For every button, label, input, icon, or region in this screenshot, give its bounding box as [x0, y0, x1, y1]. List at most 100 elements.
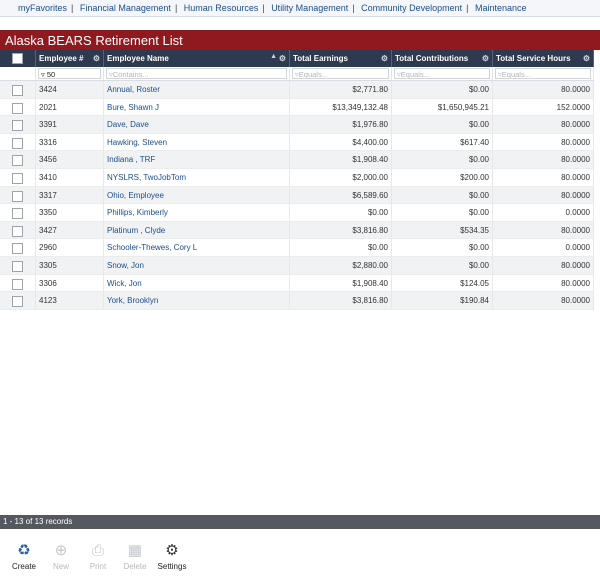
earnings-filter-input[interactable]: ▿Equals...	[292, 68, 389, 79]
row-select-cell	[0, 133, 36, 151]
column-label: Total Earnings	[293, 54, 348, 63]
employee-name-link[interactable]: Schooler-Thewes, Cory L	[104, 239, 290, 256]
row-checkbox[interactable]	[12, 137, 23, 149]
filter-cell: ▿Equals...	[392, 67, 493, 80]
table-row[interactable]: 3306 Wick, Jon $1,908.40 $124.05 80.0000	[0, 274, 594, 293]
retirement-grid: Employee # ⚙ Employee Name ▲ ⚙ Total Earnin…	[0, 50, 594, 310]
new-button[interactable]: ⊕ New	[43, 540, 79, 578]
nav-financial-management[interactable]: Financial Management	[80, 3, 171, 13]
employee-no-cell: 2021	[36, 98, 104, 116]
table-row[interactable]: 4123 York, Brooklyn $3,816.80 $190.84 80.000…	[0, 292, 594, 310]
employee-name-link[interactable]: Dave, Dave	[104, 116, 290, 133]
column-header-total-earnings[interactable]: Total Earnings ⚙	[290, 50, 392, 67]
total-earnings-cell: $3,816.80	[290, 292, 392, 309]
sort-ascending-icon[interactable]: ▲	[270, 53, 277, 60]
total-service-hours-cell: 80.0000	[493, 168, 594, 186]
nav-utility-management[interactable]: Utility Management	[271, 3, 348, 13]
employee-name-link[interactable]: Annual, Roster	[104, 81, 290, 98]
row-checkbox[interactable]	[12, 155, 23, 167]
table-row[interactable]: 3350 Phillips, Kimberly $0.00 $0.00 0.0000	[0, 204, 594, 222]
total-service-hours-cell: 80.0000	[493, 151, 594, 168]
table-row[interactable]: 3305 Snow, Jon $2,880.00 $0.00 80.0000	[0, 256, 594, 275]
total-contributions-cell: $0.00	[392, 186, 493, 204]
employee-name-link[interactable]: Indiana , TRF	[104, 151, 290, 168]
filter-placeholder: Equals...	[400, 70, 430, 79]
gear-icon: ⚙	[165, 542, 179, 559]
gear-icon[interactable]: ⚙	[279, 54, 286, 63]
employee-no-cell: 3410	[36, 168, 104, 186]
gear-icon[interactable]: ⚙	[381, 54, 388, 63]
nav-separator: |	[71, 3, 74, 13]
column-header-total-service-hours[interactable]: Total Service Hours ⚙	[493, 50, 594, 67]
hours-filter-input[interactable]: ▿Equals...	[495, 68, 591, 79]
create-label: Create	[11, 562, 36, 571]
column-header-employee-name[interactable]: Employee Name ▲ ⚙	[104, 50, 290, 67]
row-checkbox[interactable]	[12, 260, 23, 272]
row-checkbox[interactable]	[12, 102, 23, 114]
row-checkbox[interactable]	[12, 120, 23, 132]
print-button[interactable]: ⎙ Print	[80, 540, 116, 578]
total-contributions-cell: $1,650,945.21	[392, 98, 493, 116]
employee-name-link[interactable]: Ohio, Employee	[104, 186, 290, 204]
employee-name-link[interactable]: Platinum , Clyde	[104, 221, 290, 239]
row-checkbox[interactable]	[12, 190, 23, 202]
table-row[interactable]: 3424 Annual, Roster $2,771.80 $0.00 80.0000	[0, 81, 594, 99]
total-contributions-cell: $124.05	[392, 274, 493, 292]
select-all-cell	[0, 50, 36, 67]
table-row[interactable]: 2960 Schooler-Thewes, Cory L $0.00 $0.00 0.0…	[0, 239, 594, 257]
total-contributions-cell: $0.00	[392, 116, 493, 133]
employee-no-cell: 3306	[36, 274, 104, 292]
grid-header: Employee # ⚙ Employee Name ▲ ⚙ Total Earnin…	[0, 50, 594, 67]
employee-no-cell: 3424	[36, 81, 104, 98]
table-row[interactable]: 3317 Ohio, Employee $6,589.60 $0.00 80.0000	[0, 186, 594, 205]
total-service-hours-cell: 80.0000	[493, 186, 594, 204]
record-count: 1 - 13 of 13 records	[0, 515, 600, 529]
gear-icon[interactable]: ⚙	[93, 54, 100, 63]
delete-button[interactable]: ▦ Delete	[117, 540, 153, 578]
total-service-hours-cell: 80.0000	[493, 274, 594, 292]
total-earnings-cell: $2,000.00	[290, 168, 392, 186]
table-row[interactable]: 3427 Platinum , Clyde $3,816.80 $534.35 80.0…	[0, 221, 594, 240]
column-header-employee-no[interactable]: Employee # ⚙	[36, 50, 104, 67]
employee-no-cell: 4123	[36, 292, 104, 309]
employee-no-cell: 3427	[36, 221, 104, 239]
settings-button[interactable]: ⚙ Settings	[154, 540, 190, 578]
table-row[interactable]: 3316 Hawking, Steven $4,400.00 $617.40 80.00…	[0, 133, 594, 152]
employee-name-link[interactable]: Snow, Jon	[104, 256, 290, 274]
table-row[interactable]: 2021 Bure, Shawn J $13,349,132.48 $1,650,94…	[0, 98, 594, 117]
column-header-total-contributions[interactable]: Total Contributions ⚙	[392, 50, 493, 67]
employee-name-link[interactable]: Hawking, Steven	[104, 133, 290, 151]
row-checkbox[interactable]	[12, 225, 23, 237]
row-checkbox[interactable]	[12, 85, 23, 96]
nav-community-development[interactable]: Community Development	[361, 3, 462, 13]
table-row[interactable]: 3410 NYSLRS, TwoJobTom $2,000.00 $200.00 80.…	[0, 168, 594, 187]
table-row[interactable]: 3391 Dave, Dave $1,976.80 $0.00 80.0000	[0, 116, 594, 134]
nav-maintenance[interactable]: Maintenance	[475, 3, 527, 13]
gear-icon[interactable]: ⚙	[482, 54, 489, 63]
total-earnings-cell: $1,976.80	[290, 116, 392, 133]
employee-name-link[interactable]: NYSLRS, TwoJobTom	[104, 168, 290, 186]
row-checkbox[interactable]	[12, 208, 23, 220]
create-button[interactable]: ♻ Create	[6, 540, 42, 578]
nav-myfavorites[interactable]: myFavorites	[18, 3, 67, 13]
table-row[interactable]: 3456 Indiana , TRF $1,908.40 $0.00 80.0000	[0, 151, 594, 169]
plus-circle-icon: ⊕	[54, 542, 68, 559]
employee-name-link[interactable]: York, Brooklyn	[104, 292, 290, 309]
row-checkbox[interactable]	[12, 243, 23, 255]
row-checkbox[interactable]	[12, 172, 23, 184]
gear-icon[interactable]: ⚙	[583, 54, 590, 63]
row-checkbox[interactable]	[12, 278, 23, 290]
row-checkbox[interactable]	[12, 296, 23, 308]
employee-name-link[interactable]: Bure, Shawn J	[104, 98, 290, 116]
select-all-checkbox[interactable]	[12, 53, 23, 64]
filter-placeholder: Equals...	[298, 70, 328, 79]
contributions-filter-input[interactable]: ▿Equals...	[394, 68, 490, 79]
employee-no-filter-input[interactable]: ▿ 50	[38, 68, 101, 79]
employee-name-filter-input[interactable]: ▿Contains...	[106, 68, 287, 79]
employee-name-link[interactable]: Phillips, Kimberly	[104, 204, 290, 221]
employee-name-link[interactable]: Wick, Jon	[104, 274, 290, 292]
nav-human-resources[interactable]: Human Resources	[184, 3, 259, 13]
total-service-hours-cell: 0.0000	[493, 204, 594, 221]
employee-no-cell: 3391	[36, 116, 104, 133]
total-earnings-cell: $3,816.80	[290, 221, 392, 239]
